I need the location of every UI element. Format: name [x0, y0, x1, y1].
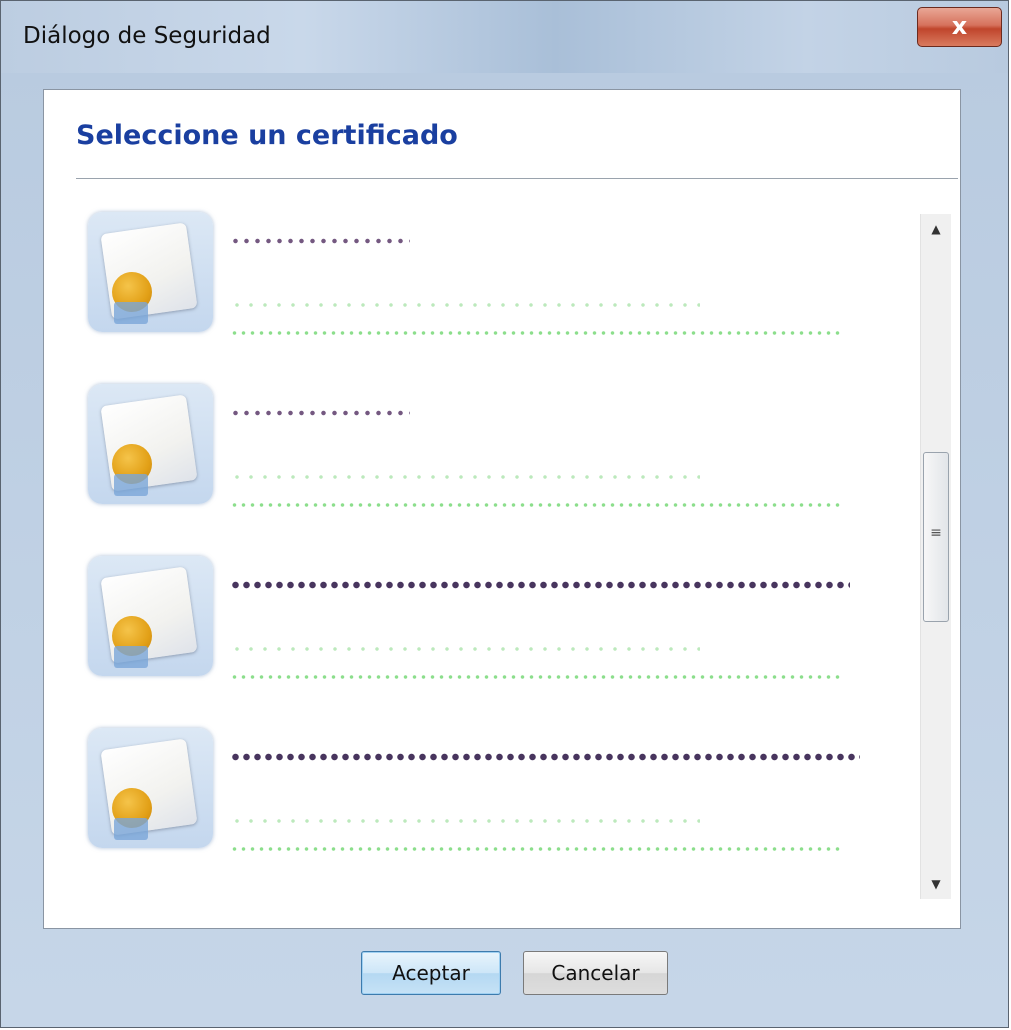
certificate-icon	[88, 384, 213, 504]
accept-button[interactable]: Aceptar	[361, 951, 501, 995]
close-icon: x	[951, 12, 968, 40]
certificate-item[interactable]	[84, 544, 904, 714]
certificate-issuer	[230, 816, 700, 826]
heading-divider	[76, 178, 958, 179]
certificate-name	[230, 406, 410, 420]
certificate-item[interactable]	[84, 200, 904, 370]
certificate-issuer	[230, 472, 700, 482]
certificate-name	[230, 750, 860, 764]
certificate-item[interactable]	[84, 716, 904, 886]
certificate-details	[230, 672, 840, 682]
certificate-list	[44, 200, 914, 920]
scroll-thumb[interactable]: ≡	[923, 452, 949, 622]
certificate-icon	[88, 556, 213, 676]
certificate-item[interactable]	[84, 372, 904, 542]
certificate-name	[230, 578, 850, 592]
certificate-issuer	[230, 644, 700, 654]
certificate-details	[230, 844, 840, 854]
dialog-heading: Seleccione un certificado	[76, 120, 458, 151]
scroll-up-icon[interactable]: ▲	[921, 214, 951, 244]
scroll-down-icon[interactable]: ▼	[921, 869, 951, 899]
certificate-name	[230, 234, 410, 248]
window-title: Diálogo de Seguridad	[23, 23, 271, 49]
grip-icon: ≡	[930, 525, 942, 541]
close-button[interactable]: x	[917, 7, 1002, 47]
certificate-icon	[88, 728, 213, 848]
certificate-details	[230, 328, 840, 338]
list-scrollbar[interactable]: ▲ ≡ ▼	[920, 214, 951, 899]
certificate-icon	[88, 212, 213, 332]
cancel-button[interactable]: Cancelar	[523, 951, 668, 995]
security-dialog-window: Diálogo de Seguridad x Seleccione un cer…	[0, 0, 1009, 1028]
title-bar: Diálogo de Seguridad x	[1, 1, 1008, 73]
certificate-details	[230, 500, 840, 510]
certificate-issuer	[230, 300, 700, 310]
content-panel: Seleccione un certificado ▲ ≡ ▼	[43, 89, 961, 929]
